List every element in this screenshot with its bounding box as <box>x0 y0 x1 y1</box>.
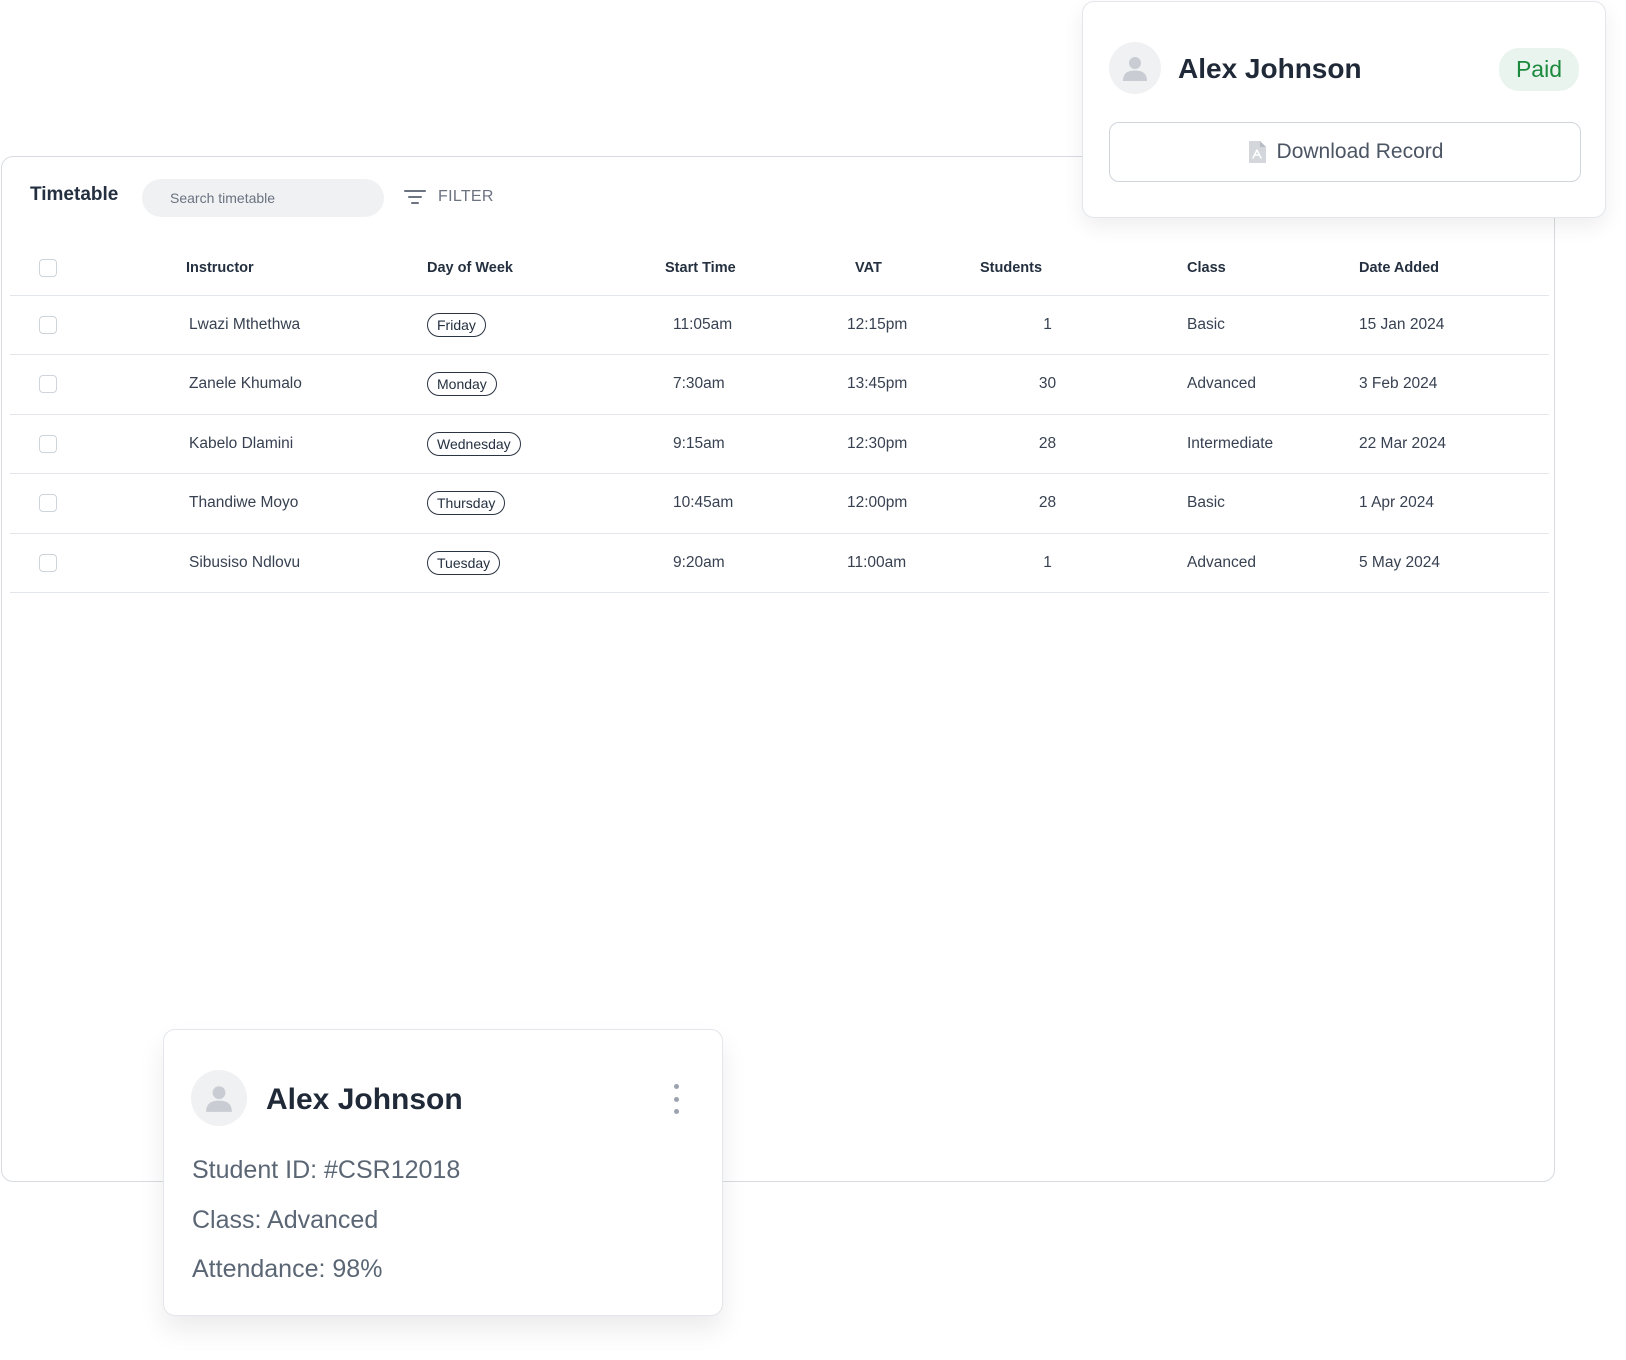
select-all-cell <box>10 241 178 296</box>
row-checkbox[interactable] <box>39 494 57 513</box>
row-checkbox[interactable] <box>39 553 57 572</box>
filter-icon <box>404 190 426 204</box>
pdf-file-icon <box>1248 141 1266 163</box>
column-header-instructor[interactable]: Instructor <box>178 241 419 296</box>
page-title: Timetable <box>30 184 119 205</box>
column-header-start-time[interactable]: Start Time <box>645 241 824 296</box>
filter-label: FILTER <box>438 188 494 205</box>
vat-time: 12:00pm <box>824 473 970 534</box>
vat-time: 12:30pm <box>824 414 970 474</box>
table-header-row: Instructor Day of Week Start Time VAT St… <box>10 241 1549 296</box>
date-added: 5 May 2024 <box>1315 533 1549 593</box>
instructor-name[interactable]: Kabelo Dlamini <box>178 414 419 474</box>
instructor-name[interactable]: Thandiwe Moyo <box>178 473 419 534</box>
student-card-name: Alex Johnson <box>266 1083 463 1116</box>
class-level[interactable]: Basic <box>1125 295 1315 355</box>
record-card-name: Alex Johnson <box>1178 53 1362 84</box>
start-time: 9:15am <box>645 414 824 474</box>
timetable-table: Instructor Day of Week Start Time VAT St… <box>10 241 1549 593</box>
student-attendance: Attendance: 98% <box>192 1255 383 1283</box>
kebab-dot <box>673 1084 679 1089</box>
row-select-cell <box>10 533 178 593</box>
students-count: 28 <box>970 473 1125 534</box>
instructor-name[interactable]: Zanele Khumalo <box>178 354 419 415</box>
avatar <box>191 1070 247 1126</box>
day-cell: Tuesday <box>419 533 645 593</box>
kebab-dot <box>673 1109 679 1114</box>
day-cell: Friday <box>419 295 645 355</box>
start-time: 9:20am <box>645 533 824 593</box>
date-added: 15 Jan 2024 <box>1315 295 1549 355</box>
record-card: Alex Johnson Paid Download Record <box>1082 1 1606 218</box>
day-pill: Friday <box>427 312 486 337</box>
day-pill: Thursday <box>427 491 506 516</box>
day-pill: Tuesday <box>427 550 501 575</box>
students-count: 1 <box>970 533 1125 593</box>
filter-button[interactable]: FILTER <box>404 185 494 209</box>
instructor-name[interactable]: Lwazi Mthethwa <box>178 295 419 355</box>
vat-time: 11:00am <box>824 533 970 593</box>
avatar <box>1109 42 1161 94</box>
student-class: Class: Advanced <box>192 1206 379 1234</box>
students-count: 1 <box>970 295 1125 355</box>
day-pill: Monday <box>427 372 497 397</box>
select-all-checkbox[interactable] <box>39 258 57 277</box>
day-pill: Wednesday <box>427 431 521 456</box>
instructor-name[interactable]: Sibusiso Ndlovu <box>178 533 419 593</box>
day-cell: Thursday <box>419 473 645 534</box>
row-select-cell <box>10 295 178 355</box>
table-row[interactable]: Thandiwe Moyo Thursday 10:45am 12:00pm 2… <box>10 473 1549 534</box>
kebab-menu-icon[interactable] <box>670 1084 682 1114</box>
table-row[interactable]: Zanele Khumalo Monday 7:30am 13:45pm 30 … <box>10 354 1549 415</box>
vat-time: 12:15pm <box>824 295 970 355</box>
student-id: Student ID: #CSR12018 <box>192 1156 461 1184</box>
kebab-dot <box>673 1096 679 1102</box>
class-level[interactable]: Basic <box>1125 473 1315 534</box>
download-record-button[interactable]: Download Record <box>1109 122 1581 182</box>
class-level[interactable]: Intermediate <box>1125 414 1315 474</box>
date-added: 3 Feb 2024 <box>1315 354 1549 415</box>
table-row[interactable]: Kabelo Dlamini Wednesday 9:15am 12:30pm … <box>10 414 1549 474</box>
date-added: 1 Apr 2024 <box>1315 473 1549 534</box>
row-select-cell <box>10 473 178 534</box>
students-count: 30 <box>970 354 1125 415</box>
day-cell: Monday <box>419 354 645 415</box>
search-input[interactable] <box>142 179 384 217</box>
start-time: 7:30am <box>645 354 824 415</box>
student-card: Alex Johnson Student ID: #CSR12018 Class… <box>163 1029 723 1316</box>
column-header-class[interactable]: Class <box>1125 241 1315 296</box>
class-level[interactable]: Advanced <box>1125 354 1315 415</box>
user-icon <box>206 1086 232 1112</box>
column-header-students[interactable]: Students <box>970 241 1125 296</box>
row-checkbox[interactable] <box>39 315 57 334</box>
row-select-cell <box>10 414 178 474</box>
status-badge: Paid <box>1498 48 1579 91</box>
table-row[interactable]: Sibusiso Ndlovu Tuesday 9:20am 11:00am 1… <box>10 533 1549 593</box>
user-icon <box>1123 57 1147 81</box>
class-level[interactable]: Advanced <box>1125 533 1315 593</box>
vat-time: 13:45pm <box>824 354 970 415</box>
date-added: 22 Mar 2024 <box>1315 414 1549 474</box>
students-count: 28 <box>970 414 1125 474</box>
row-checkbox[interactable] <box>39 375 57 394</box>
table-row[interactable]: Lwazi Mthethwa Friday 11:05am 12:15pm 1 … <box>10 295 1549 355</box>
row-checkbox[interactable] <box>39 434 57 453</box>
row-select-cell <box>10 354 178 415</box>
day-cell: Wednesday <box>419 414 645 474</box>
download-record-label: Download Record <box>1276 140 1444 163</box>
column-header-day[interactable]: Day of Week <box>419 241 645 296</box>
start-time: 11:05am <box>645 295 824 355</box>
start-time: 10:45am <box>645 473 824 534</box>
column-header-date-added[interactable]: Date Added <box>1315 241 1549 296</box>
column-header-vat[interactable]: VAT <box>824 241 970 296</box>
